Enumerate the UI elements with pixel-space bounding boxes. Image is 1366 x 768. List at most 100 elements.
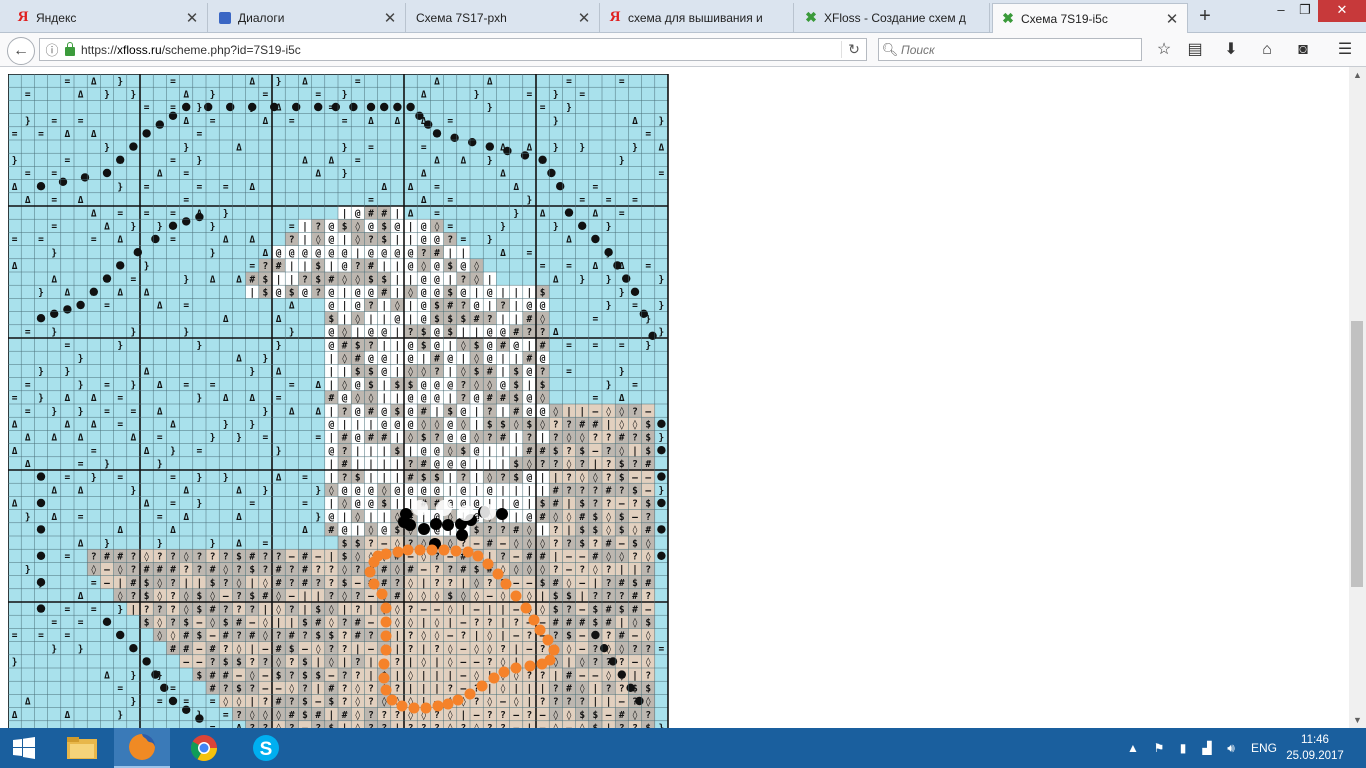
stitch-symbol: ◊ xyxy=(527,525,533,536)
clock-date: 25.09.2017 xyxy=(1286,750,1344,762)
download-icon[interactable]: ⬇ xyxy=(1220,39,1242,61)
stitch-symbol: } xyxy=(197,340,203,351)
new-tab-button[interactable]: + xyxy=(1194,5,1216,27)
stitch-symbol: # xyxy=(381,565,387,576)
stitch-symbol: ◊ xyxy=(474,644,480,655)
back-button[interactable]: ← xyxy=(7,37,35,65)
close-icon[interactable]: ✕ xyxy=(577,9,591,27)
stitch-symbol: = xyxy=(593,393,599,404)
stitch-symbol: @ xyxy=(368,287,374,298)
stitch-symbol: ◊ xyxy=(513,419,519,430)
tab-xfloss-create[interactable]: ✖ XFloss - Создание схем д xyxy=(796,3,990,32)
stitch-symbol: $ xyxy=(368,380,374,391)
stitch-symbol: ◊ xyxy=(447,446,453,457)
stitch-symbol: $ xyxy=(645,617,651,628)
scroll-down-icon[interactable]: ▼ xyxy=(1349,712,1366,728)
stitch-symbol: | xyxy=(579,406,585,417)
scroll-up-icon[interactable]: ▲ xyxy=(1349,67,1366,83)
url-bar[interactable]: ⓘ https://xfloss.ru/scheme.php?id=7S19-i… xyxy=(39,38,867,61)
file-explorer-button[interactable] xyxy=(54,728,110,768)
stitch-symbol: ? xyxy=(553,697,559,708)
tab-dialogs[interactable]: Диалоги ✕ xyxy=(210,3,406,32)
window-close-button[interactable]: ✕ xyxy=(1318,0,1366,22)
stitch-symbol: ? xyxy=(645,710,651,721)
stitch-symbol: | xyxy=(381,472,387,483)
stitch-symbol: $ xyxy=(315,670,321,681)
stitch-symbol: | xyxy=(461,248,467,259)
stitch-symbol: Δ xyxy=(236,485,242,496)
stitch-symbol: ◊ xyxy=(355,551,361,562)
network-signal-icon[interactable]: ▟ xyxy=(1198,728,1216,768)
stitch-symbol: # xyxy=(302,578,308,589)
stitch-symbol: = xyxy=(65,472,71,483)
stitch-symbol: @ xyxy=(408,485,414,496)
home-icon[interactable]: ⌂ xyxy=(1256,39,1278,61)
info-icon[interactable]: ⓘ xyxy=(44,40,60,59)
stitch-symbol: ◊ xyxy=(144,551,150,562)
stitch-symbol: | xyxy=(474,485,480,496)
bookmark-star-icon[interactable]: ☆ xyxy=(1153,39,1175,61)
stitch-symbol: # xyxy=(540,446,546,457)
search-bar[interactable]: 🔍︎ xyxy=(878,38,1142,61)
stitch-symbol: | xyxy=(302,604,308,615)
stitch-symbol: ? xyxy=(249,604,255,615)
tab-yandex[interactable]: Я Яндекс ✕ xyxy=(8,3,208,32)
reload-icon[interactable]: ↻ xyxy=(841,41,866,58)
nav-bar: ← ⓘ https://xfloss.ru/scheme.php?id=7S19… xyxy=(0,33,1366,67)
tab-scheme-7s17[interactable]: Схема 7S17-pxh ✕ xyxy=(406,3,600,32)
back-arrow-icon: ← xyxy=(13,42,29,59)
stitch-symbol: Δ xyxy=(249,393,255,404)
stitch-symbol: $ xyxy=(434,472,440,483)
action-center-flag-icon[interactable]: ⚑ xyxy=(1150,728,1168,768)
close-icon[interactable]: ✕ xyxy=(185,9,199,27)
tab-yandex-search[interactable]: Я схема для вышивания и xyxy=(600,3,794,32)
stitch-symbol: # xyxy=(302,551,308,562)
close-icon[interactable]: ✕ xyxy=(1165,10,1179,28)
volume-icon[interactable]: 🔊︎ xyxy=(1222,728,1240,768)
stitch-symbol: ◊ xyxy=(474,591,480,602)
stitch-symbol: ◊ xyxy=(381,485,387,496)
power-icon[interactable]: ▮ xyxy=(1174,728,1192,768)
tab-scheme-7s19[interactable]: ✖ Схема 7S19-i5c ✕ xyxy=(992,3,1188,33)
stitch-symbol: @ xyxy=(447,419,453,430)
firefox-button[interactable] xyxy=(114,728,170,768)
stitch-symbol: — xyxy=(579,604,585,615)
stitch-symbol: | xyxy=(447,340,453,351)
dark-stitch-mark xyxy=(556,182,565,191)
language-indicator[interactable]: ENG xyxy=(1248,728,1280,768)
stitch-symbol: $ xyxy=(619,604,625,615)
stitch-symbol: $ xyxy=(461,446,467,457)
stitch-symbol: } xyxy=(553,89,559,100)
pocket-icon[interactable]: ◙ xyxy=(1292,39,1314,61)
stitch-symbol: } xyxy=(645,340,651,351)
start-button[interactable] xyxy=(0,728,48,768)
stitch-symbol: = xyxy=(249,261,255,272)
stitch-symbol: $ xyxy=(593,525,599,536)
tray-expand-icon[interactable]: ▲ xyxy=(1126,728,1140,768)
stitch-symbol: # xyxy=(540,512,546,523)
stitch-symbol: Δ xyxy=(210,274,216,285)
clock[interactable]: 11:46 25.09.2017 xyxy=(1280,732,1350,764)
skype-button[interactable]: S xyxy=(238,728,294,768)
menu-icon[interactable]: ☰ xyxy=(1334,39,1356,61)
stitch-symbol: — xyxy=(276,683,282,694)
search-input[interactable] xyxy=(899,41,1133,58)
stitch-symbol: | xyxy=(315,683,321,694)
lock-icon[interactable] xyxy=(65,42,75,56)
url-text[interactable]: https://xfloss.ru/scheme.php?id=7S19-i5c xyxy=(81,43,301,57)
vertical-scrollbar[interactable]: ▲ ▼ xyxy=(1349,67,1366,728)
chrome-button[interactable] xyxy=(176,728,232,768)
stitch-symbol: — xyxy=(368,644,374,655)
notifications-icon[interactable] xyxy=(1352,728,1366,768)
scroll-thumb[interactable] xyxy=(1351,321,1363,587)
maximize-button[interactable]: ❐ xyxy=(1288,0,1322,22)
stitch-symbol: $ xyxy=(447,327,453,338)
dark-stitch-mark xyxy=(116,261,125,270)
stitch-symbol: | xyxy=(381,314,387,325)
stitch-symbol: ? xyxy=(236,710,242,721)
reading-list-icon[interactable]: ▤ xyxy=(1184,39,1206,61)
stitch-symbol: # xyxy=(513,406,519,417)
close-icon[interactable]: ✕ xyxy=(383,9,397,27)
stitch-symbol: # xyxy=(210,565,216,576)
stitch-symbol: # xyxy=(276,644,282,655)
